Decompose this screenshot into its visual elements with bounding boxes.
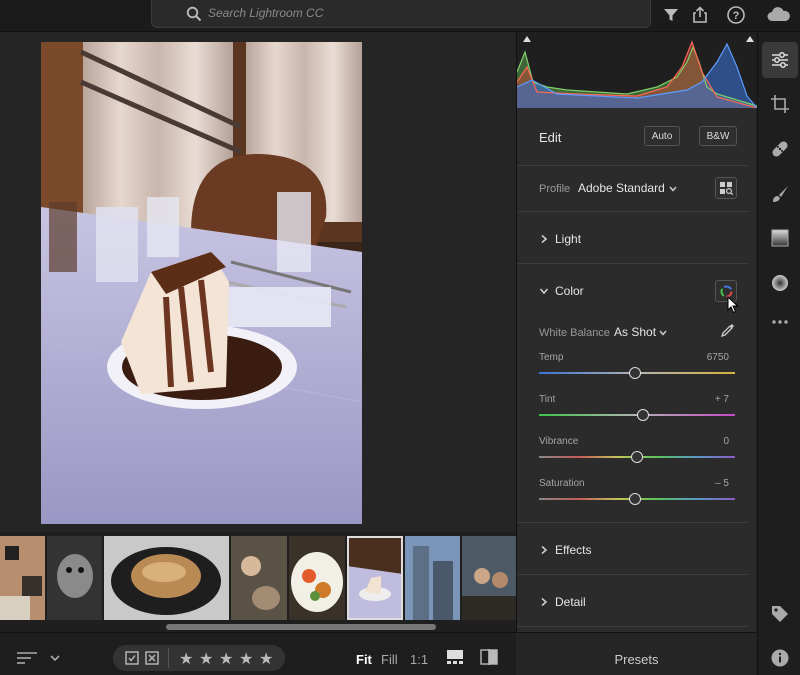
filmstrip-thumbnail[interactable] [462,536,516,620]
slider-value-vibrance[interactable]: 0 [723,436,729,447]
profile-dropdown[interactable]: Adobe Standard [578,181,665,195]
white-balance-label: White Balance [539,327,610,339]
bottom-toolbar: ★ ★ ★ ★ ★ Fit Fill 1:1 [0,632,516,675]
light-section-title[interactable]: Light [555,232,581,246]
effects-section[interactable]: Effects [517,523,749,575]
cloud-icon[interactable] [766,5,792,25]
chevron-down-icon[interactable] [49,653,61,663]
chevron-right-icon[interactable] [539,545,549,555]
slider-value-temp[interactable]: 6750 [707,352,729,363]
crop-icon[interactable] [770,94,790,114]
rating-star[interactable]: ★ [179,649,193,669]
filmstrip-thumbnail[interactable] [289,536,345,620]
help-icon[interactable]: ? [726,5,746,25]
top-bar: Search Lightroom CC ? [0,0,800,32]
detail-section[interactable]: Detail [517,575,749,627]
tool-strip [757,32,800,675]
rating-star[interactable]: ★ [199,649,213,669]
search-icon[interactable] [186,6,202,22]
detail-section-title[interactable]: Detail [555,595,586,609]
tag-icon[interactable] [770,604,790,624]
color-section: Color White Balance As Shot Temp 6750 Ti… [517,264,749,523]
slider-label-vibrance: Vibrance [539,436,579,447]
pick-flag-icon[interactable] [125,651,139,665]
effects-section-title[interactable]: Effects [555,543,591,557]
filmstrip-thumbnail[interactable] [231,536,287,620]
rating-star[interactable]: ★ [259,649,273,669]
brush-icon[interactable] [770,184,790,204]
filter-icon[interactable] [661,5,681,25]
reject-flag-icon[interactable] [145,651,159,665]
sort-icon[interactable] [16,651,38,665]
slider-label-temp: Temp [539,352,564,363]
filmstrip-thumbnail[interactable] [0,536,45,620]
vibrance-slider-thumb[interactable] [631,451,643,463]
auto-button[interactable]: Auto [644,126,680,146]
filmstrip[interactable] [0,532,516,632]
filmstrip-thumbnail[interactable] [104,536,229,620]
compare-view-icon[interactable] [480,649,498,665]
edit-panel: Edit Auto B&W Profile Adobe Standard Lig… [516,32,762,675]
rating-star[interactable]: ★ [219,649,233,669]
black-white-button[interactable]: B&W [699,126,737,146]
one-to-one-zoom-button[interactable]: 1:1 [410,652,428,667]
search-placeholder[interactable]: Search Lightroom CC [208,6,323,20]
filmstrip-thumbnail[interactable] [47,536,102,620]
temp-slider-thumb[interactable] [629,367,642,379]
slider-label-saturation: Saturation [539,478,585,489]
main-photo [41,42,362,524]
slider-value-tint[interactable]: + 7 [715,394,729,405]
edit-title: Edit [539,130,562,145]
edit-header: Edit Auto B&W [517,108,749,166]
profile-browser-button[interactable] [715,177,737,199]
tint-slider-thumb[interactable] [636,409,649,421]
presets-label[interactable]: Presets [516,652,757,667]
color-section-title[interactable]: Color [555,284,584,298]
linear-gradient-icon[interactable] [770,228,790,248]
chevron-down-icon[interactable] [539,286,549,296]
filmstrip-thumbnail[interactable] [405,536,460,620]
radial-gradient-icon[interactable] [770,273,790,293]
svg-text:?: ? [733,10,740,22]
flag-rating-group: ★ ★ ★ ★ ★ [113,645,285,671]
chevron-right-icon[interactable] [539,597,549,607]
image-canvas[interactable] [0,32,516,532]
share-icon[interactable] [690,5,710,25]
presets-button[interactable]: Presets [516,632,757,675]
healing-icon[interactable] [770,139,790,159]
slider-label-tint: Tint [539,394,556,405]
chevron-right-icon[interactable] [539,234,549,244]
light-section[interactable]: Light [517,212,749,264]
chevron-down-icon[interactable] [658,328,668,338]
profile-label: Profile [539,183,571,195]
mouse-cursor-icon [727,296,739,314]
filmstrip-thumbnail-selected[interactable] [347,536,403,620]
white-balance-dropdown[interactable]: As Shot [614,325,656,339]
fit-zoom-button[interactable]: Fit [356,652,372,667]
divider [168,648,169,668]
edit-sliders-icon[interactable] [770,50,790,70]
saturation-slider-thumb[interactable] [629,493,642,505]
grid-search-icon [720,182,733,195]
eyedropper-icon[interactable] [720,322,736,338]
chevron-down-icon[interactable] [668,184,678,194]
fill-zoom-button[interactable]: Fill [381,652,398,667]
histogram [517,32,757,108]
profile-row: Profile Adobe Standard [517,166,749,212]
filmstrip-scrollbar[interactable] [166,624,436,630]
more-icon[interactable] [770,312,790,332]
filmstrip-view-icon[interactable] [446,649,464,665]
rating-star[interactable]: ★ [239,649,253,669]
info-icon[interactable] [770,648,790,668]
slider-value-saturation[interactable]: – 5 [715,478,729,489]
